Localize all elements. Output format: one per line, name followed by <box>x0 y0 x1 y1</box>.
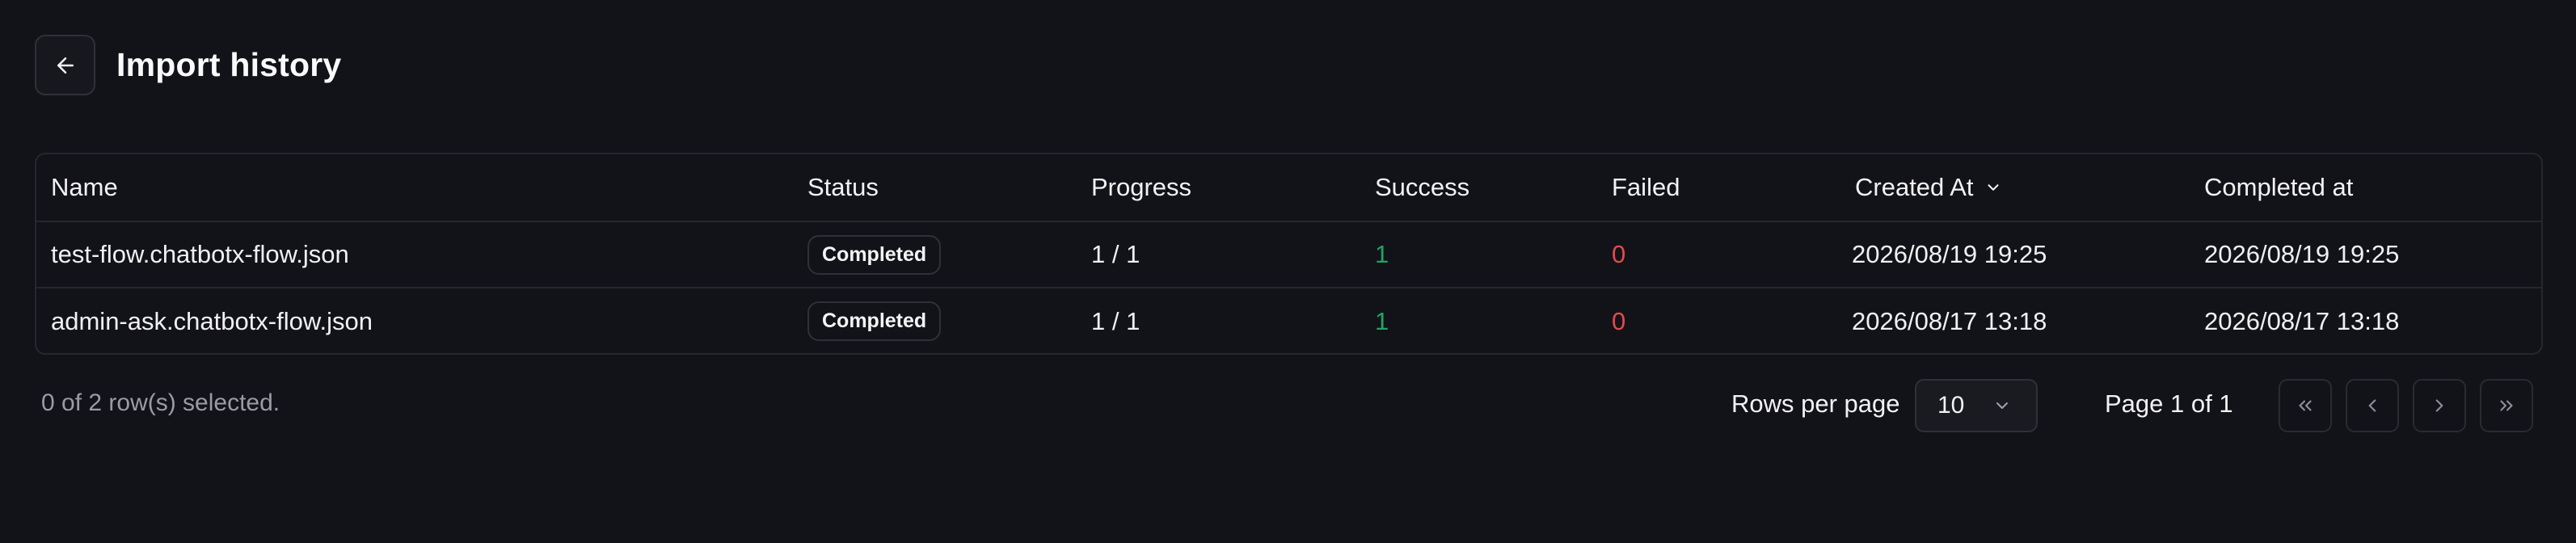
row-completed-at: 2026/08/17 13:18 <box>2204 306 2400 335</box>
row-created-at: 2026/08/19 19:25 <box>1852 240 2047 268</box>
column-header-failed: Failed <box>1612 173 1680 201</box>
page-info: Page 1 of 1 <box>2105 389 2233 418</box>
column-header-progress: Progress <box>1091 173 1192 201</box>
row-status-cell: Completed <box>793 221 1077 288</box>
row-status-cell: Completed <box>793 288 1077 353</box>
sort-created-at-button[interactable]: Created At <box>1852 173 2002 202</box>
chevrons-right-icon <box>2500 400 2513 411</box>
selection-count: 0 of 2 row(s) selected. <box>41 389 280 416</box>
column-header-created-at-label: Created At <box>1855 173 1974 201</box>
arrow-left-icon <box>57 57 74 74</box>
import-history-table: Name Status Progress Success Failed Crea… <box>35 153 2543 355</box>
page-header: Import history <box>35 35 341 95</box>
table-row[interactable]: admin-ask.chatbotx-flow.json Completed 1… <box>36 288 2541 353</box>
row-progress: 1 / 1 <box>1091 306 1140 335</box>
table-row[interactable]: test-flow.chatbotx-flow.json Completed 1… <box>36 221 2541 288</box>
first-page-button[interactable] <box>2279 379 2332 432</box>
import-history-page: Import history Name Status Progress Succ… <box>0 0 2576 543</box>
row-name: admin-ask.chatbotx-flow.json <box>51 306 373 335</box>
chevron-right-icon <box>2435 399 2443 412</box>
row-success-count: 1 <box>1375 240 1389 268</box>
column-header-success: Success <box>1375 173 1470 201</box>
pagination-controls <box>2279 379 2533 432</box>
row-completed-at: 2026/08/19 19:25 <box>2204 240 2400 268</box>
chevron-left-icon <box>2368 399 2376 412</box>
status-badge: Completed <box>807 301 942 341</box>
row-name: test-flow.chatbotx-flow.json <box>51 240 349 268</box>
status-badge: Completed <box>807 234 942 275</box>
row-created-at: 2026/08/17 13:18 <box>1852 306 2047 335</box>
column-header-completed-at: Completed at <box>2204 173 2354 201</box>
row-success-count: 1 <box>1375 306 1389 335</box>
next-page-button[interactable] <box>2413 379 2466 432</box>
chevron-down-icon <box>1996 402 2008 409</box>
table-header-row: Name Status Progress Success Failed Crea… <box>36 154 2541 221</box>
column-header-created-at: Created At <box>1837 154 2190 221</box>
row-progress: 1 / 1 <box>1091 240 1140 268</box>
column-header-name: Name <box>51 173 118 201</box>
rows-per-page-select[interactable]: 10 <box>1915 379 2038 432</box>
row-failed-count: 0 <box>1612 306 1626 335</box>
row-failed-count: 0 <box>1612 240 1626 268</box>
column-header-status: Status <box>807 173 879 201</box>
back-button[interactable] <box>35 35 95 95</box>
rows-per-page-value: 10 <box>1937 392 1965 419</box>
last-page-button[interactable] <box>2480 379 2533 432</box>
chevron-down-icon <box>1988 184 1999 191</box>
chevrons-left-icon <box>2299 400 2312 411</box>
previous-page-button[interactable] <box>2346 379 2399 432</box>
page-title: Import history <box>116 46 342 83</box>
rows-per-page-label: Rows per page <box>1731 389 1900 418</box>
